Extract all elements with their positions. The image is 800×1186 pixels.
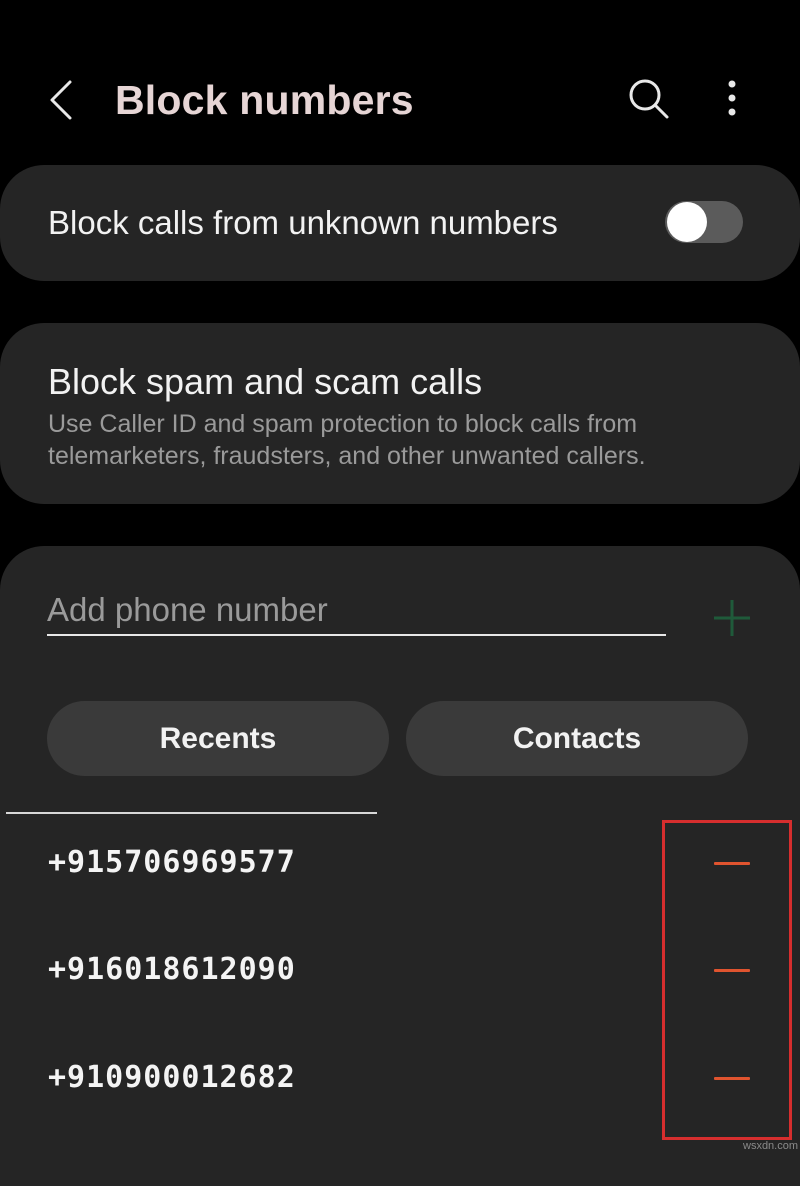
blocked-number-row: +915706969577 bbox=[0, 823, 800, 903]
app-header: Block numbers bbox=[0, 0, 800, 165]
add-number-button[interactable] bbox=[710, 596, 754, 640]
watermark: wsxdn.com bbox=[743, 1140, 799, 1152]
search-button[interactable] bbox=[624, 74, 672, 122]
remove-number-button[interactable] bbox=[706, 950, 758, 990]
minus-icon bbox=[714, 862, 750, 865]
search-icon bbox=[629, 79, 669, 119]
back-button[interactable] bbox=[40, 74, 88, 122]
minus-icon bbox=[714, 969, 750, 972]
chevron-left-icon bbox=[50, 80, 72, 120]
blocked-number: +910900012682 bbox=[48, 1060, 296, 1095]
more-vertical-icon bbox=[728, 80, 736, 116]
block-unknown-toggle[interactable] bbox=[665, 201, 743, 243]
blocked-number: +916018612090 bbox=[48, 952, 296, 987]
divider bbox=[6, 812, 377, 814]
more-options-button[interactable] bbox=[708, 74, 756, 122]
toggle-knob bbox=[667, 202, 707, 242]
block-spam-title: Block spam and scam calls bbox=[48, 361, 483, 402]
blocked-number-row: +916018612090 bbox=[0, 930, 800, 1010]
remove-number-button[interactable] bbox=[706, 843, 758, 883]
add-phone-number-input[interactable] bbox=[47, 586, 666, 636]
plus-icon bbox=[714, 600, 750, 636]
blocked-number: +915706969577 bbox=[48, 845, 296, 880]
contacts-button[interactable]: Contacts bbox=[406, 701, 748, 776]
minus-icon bbox=[714, 1077, 750, 1080]
page-title: Block numbers bbox=[115, 77, 414, 123]
recents-button[interactable]: Recents bbox=[47, 701, 389, 776]
block-spam-description: Use Caller ID and spam protection to blo… bbox=[48, 410, 646, 470]
block-unknown-label: Block calls from unknown numbers bbox=[48, 204, 558, 241]
block-spam-card[interactable]: Block spam and scam calls Use Caller ID … bbox=[0, 323, 800, 504]
remove-number-button[interactable] bbox=[706, 1058, 758, 1098]
blocked-number-row: +910900012682 bbox=[0, 1038, 800, 1118]
